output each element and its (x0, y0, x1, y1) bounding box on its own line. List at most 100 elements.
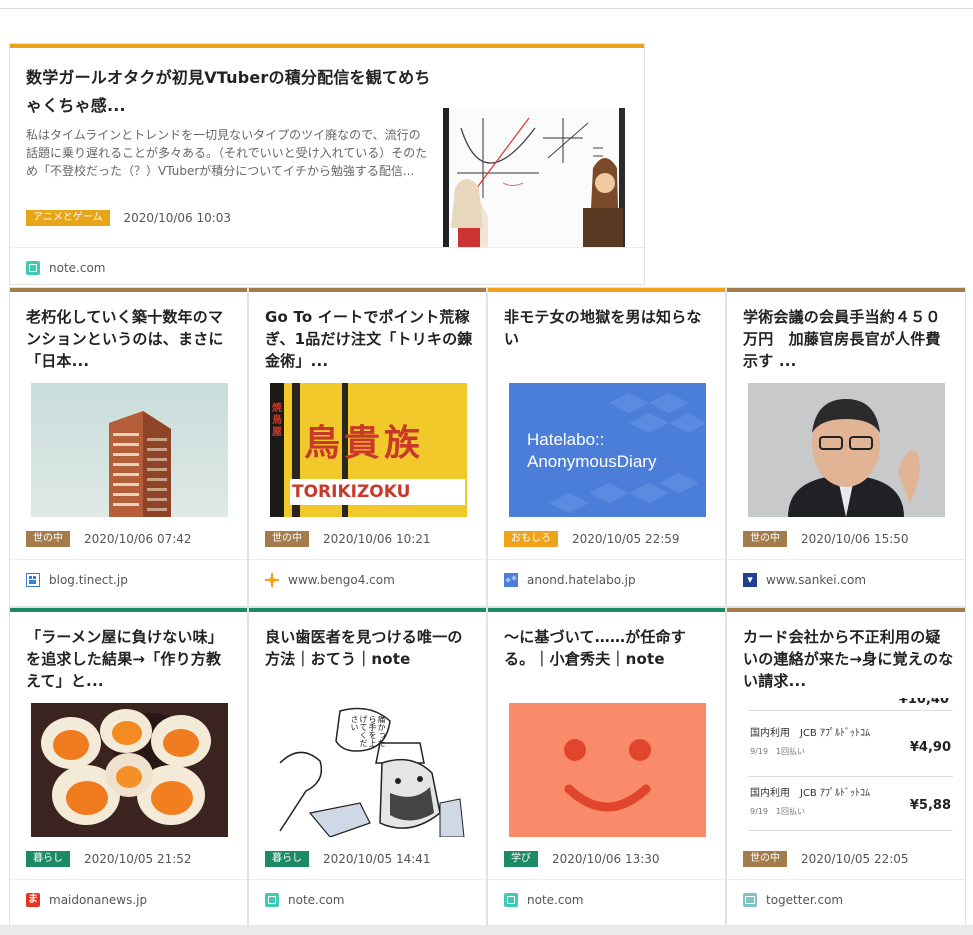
entry-date: 2020/10/05 14:41 (323, 852, 431, 866)
entry-thumbnail[interactable] (31, 703, 228, 837)
entry-thumbnail[interactable]: Hatelabo:: AnonymousDiary (509, 383, 706, 517)
statement-row-amount: ¥5,88 (909, 798, 951, 813)
entry-thumbnail[interactable] (31, 383, 228, 517)
divider (249, 879, 486, 880)
entry-title[interactable]: 老朽化していく築十数年のマンションというのは、まさに「日本... (26, 306, 236, 372)
divider (10, 559, 247, 560)
vtuber-math-illustration (443, 108, 625, 248)
divider (488, 559, 725, 560)
category-badge[interactable]: 暮らし (265, 851, 309, 867)
source-domain: www.sankei.com (766, 573, 867, 587)
entry-meta: 暮らし 2020/10/05 21:52 (26, 851, 192, 867)
source-domain: maidonanews.jp (49, 893, 148, 907)
entry-thumbnail[interactable]: ¥10,40 国内利用 JCB ｱﾌﾟﾙﾄﾞｯﾄｺﾑ 9/19 1回払い ¥4,… (748, 698, 953, 837)
category-color-bar (488, 608, 725, 612)
eggs-image (31, 703, 228, 837)
entry-title[interactable]: 良い歯医者を見つける唯一の方法｜おてう｜note (265, 626, 475, 692)
diamond-pattern (549, 393, 706, 513)
entry-excerpt: 私はタイムラインとトレンドを一切見ないタイプのツイ廃なので、流行の話題に乗り遅れ… (26, 128, 428, 178)
category-badge[interactable]: 世の中 (743, 851, 787, 867)
entry-title[interactable]: 数学ガールオタクが初見VTuberの積分配信を観てめちゃくちゃ感... (26, 64, 436, 120)
entry-source[interactable]: togetter.com (743, 893, 843, 907)
entry-thumbnail[interactable] (443, 108, 625, 248)
entry-date: 2020/10/06 15:50 (801, 532, 909, 546)
entry-title[interactable]: 学術会議の会員手当約４５０万円 加藤官房長官が人件費示す ... (743, 306, 955, 372)
entry-title[interactable]: Go To イートでポイント荒稼ぎ、1品だけ注文「トリキの錬金術」... (265, 306, 475, 372)
entry-meta: 世の中 2020/10/06 10:21 (265, 531, 431, 547)
statement-row-amount: ¥4,90 (909, 740, 951, 755)
statement-top-amount: ¥10,40 (898, 698, 949, 707)
entry-meta: 世の中 2020/10/06 15:50 (743, 531, 909, 547)
entry-thumbnail[interactable] (748, 383, 945, 517)
entry-card[interactable]: Go To イートでポイント荒稼ぎ、1品だけ注文「トリキの錬金術」... 焼鳥屋… (248, 287, 487, 607)
top-divider (0, 0, 973, 9)
maidonanews-favicon-icon: ま (26, 893, 40, 907)
source-domain: anond.hatelabo.jp (527, 573, 636, 587)
entry-date: 2020/10/06 07:42 (84, 532, 192, 546)
entry-source[interactable]: blog.tinect.jp (26, 573, 128, 587)
apartment-tower-image (31, 383, 228, 517)
category-color-bar (10, 44, 644, 48)
entry-source[interactable]: note.com (504, 893, 583, 907)
category-badge[interactable]: おもしろ (504, 531, 558, 547)
source-domain: note.com (49, 261, 106, 275)
statement-row: 国内利用 JCB ｱﾌﾟﾙﾄﾞｯﾄｺﾑ 9/19 1回払い ¥4,90 (748, 718, 953, 778)
entry-title[interactable]: カード会社から不正利用の疑いの連絡が来た→身に覚えのない請求... (743, 626, 955, 692)
thumb-line1: Hatelabo:: (527, 430, 605, 449)
sankei-favicon-icon: ▾ (743, 573, 757, 587)
category-color-bar (727, 288, 965, 292)
entry-title[interactable]: 非モテ女の地獄を男は知らない (504, 306, 714, 372)
entry-source[interactable]: ま maidonanews.jp (26, 893, 147, 907)
entry-source[interactable]: note.com (265, 893, 344, 907)
thumb-line2: AnonymousDiary (527, 452, 657, 471)
entry-card[interactable]: 非モテ女の地獄を男は知らない Hatelabo:: AnonymousDiary… (487, 287, 726, 607)
category-color-bar (249, 288, 486, 292)
category-badge[interactable]: 世の中 (265, 531, 309, 547)
divider (10, 247, 644, 248)
thumb-main-text: 鳥貴族 (304, 422, 425, 464)
entry-thumbnail[interactable]: 焼鳥屋 鳥貴族 TORIKIZOKU (270, 383, 467, 517)
category-color-bar (249, 608, 486, 612)
source-domain: note.com (527, 893, 584, 907)
category-badge[interactable]: 暮らし (26, 851, 70, 867)
note-favicon-icon (265, 893, 279, 907)
divider (727, 879, 965, 880)
entry-meta: アニメとゲーム 2020/10/06 10:03 (26, 210, 231, 226)
statement-row-label: 国内利用 JCB ｱﾌﾟﾙﾄﾞｯﾄｺﾑ (750, 788, 870, 799)
thumb-speech-bubble: 痛かったら手を上げてください (350, 715, 386, 747)
entry-meta: 暮らし 2020/10/05 14:41 (265, 851, 431, 867)
entry-title[interactable]: 「ラーメン屋に負けない味」を追求した結果→「作り方教えて」と... (26, 626, 236, 692)
entry-meta: 世の中 2020/10/06 07:42 (26, 531, 192, 547)
statement-row-sub: 9/19 1回払い (750, 807, 806, 816)
entry-card[interactable]: 良い歯医者を見つける唯一の方法｜おてう｜note 痛かったら手を上げてください … (248, 607, 487, 927)
statement-row-label: 国内利用 JCB ｱﾌﾟﾙﾄﾞｯﾄｺﾑ (750, 728, 870, 739)
entry-card-featured[interactable]: 数学ガールオタクが初見VTuberの積分配信を観てめちゃくちゃ感... 私はタイ… (9, 43, 645, 285)
category-badge[interactable]: 世の中 (26, 531, 70, 547)
entry-source[interactable]: anond.hatelabo.jp (504, 573, 636, 587)
entry-card[interactable]: 老朽化していく築十数年のマンションというのは、まさに「日本... 世の中 202… (9, 287, 248, 607)
category-color-bar (10, 288, 247, 292)
divider (10, 879, 247, 880)
category-badge[interactable]: 世の中 (743, 531, 787, 547)
source-domain: blog.tinect.jp (49, 573, 128, 587)
entry-source[interactable]: ▾ www.sankei.com (743, 573, 866, 587)
category-color-bar (488, 288, 725, 292)
official-portrait (748, 383, 945, 517)
source-domain: note.com (288, 893, 345, 907)
entry-card[interactable]: カード会社から不正利用の疑いの連絡が来た→身に覚えのない請求... ¥10,40… (726, 607, 966, 927)
category-badge[interactable]: 学び (504, 851, 538, 867)
entry-card[interactable]: 〜に基づいて……が任命する。｜小倉秀夫｜note 学び 2020/10/06 1… (487, 607, 726, 927)
category-badge[interactable]: アニメとゲーム (26, 210, 110, 226)
entry-card[interactable]: 「ラーメン屋に負けない味」を追求した結果→「作り方教えて」と... 暮らし 20… (9, 607, 248, 927)
entry-thumbnail[interactable] (509, 703, 706, 837)
bottom-scroll-area (0, 925, 973, 935)
entry-source[interactable]: www.bengo4.com (265, 573, 395, 587)
entry-card[interactable]: 学術会議の会員手当約４５０万円 加藤官房長官が人件費示す ... 世の中 202… (726, 287, 966, 607)
entry-meta: 学び 2020/10/06 13:30 (504, 851, 660, 867)
entry-thumbnail[interactable]: 痛かったら手を上げてください (270, 703, 467, 837)
note-favicon-icon (504, 893, 518, 907)
thumb-sub-text: TORIKIZOKU (292, 482, 411, 502)
thumb-side-text: 焼鳥屋 (272, 403, 282, 438)
entry-title[interactable]: 〜に基づいて……が任命する。｜小倉秀夫｜note (504, 626, 714, 692)
entry-source[interactable]: note.com (26, 261, 105, 275)
